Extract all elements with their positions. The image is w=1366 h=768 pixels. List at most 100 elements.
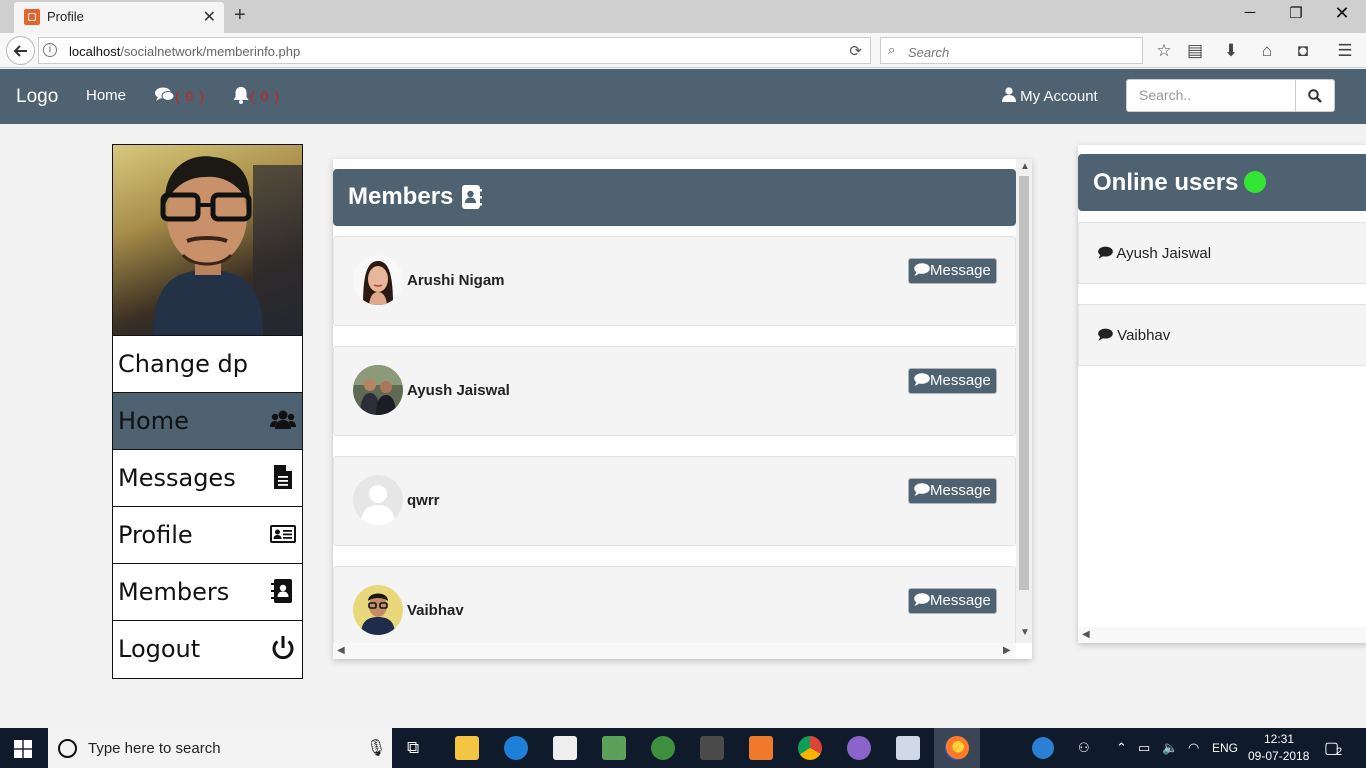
scroll-up-icon[interactable]: ▲	[1020, 161, 1030, 172]
nav-my-account-link[interactable]: My Account	[1002, 87, 1098, 105]
scroll-left-icon[interactable]: ◀	[337, 645, 345, 656]
members-vertical-scrollbar[interactable]: ▲ ▼	[1016, 159, 1032, 643]
nav-messages-link[interactable]: ( 0 )	[155, 87, 205, 105]
sidebar-item-change-dp[interactable]: Change dp	[113, 335, 302, 392]
message-button[interactable]: Message	[908, 258, 997, 284]
users-icon	[270, 410, 296, 429]
nav-notifications-link[interactable]: ( 0 )	[232, 86, 280, 105]
show-hidden-icons-icon[interactable]: ⌃	[1116, 740, 1127, 756]
message-button[interactable]: Message	[908, 588, 997, 614]
store-icon[interactable]	[553, 736, 577, 760]
member-avatar	[353, 585, 403, 635]
reading-list-icon[interactable]: ▤	[1184, 41, 1206, 61]
github-desktop-icon[interactable]	[847, 736, 871, 760]
user-icon	[1002, 87, 1016, 102]
online-horizontal-scrollbar[interactable]: ◀	[1078, 627, 1366, 643]
member-row: Arushi Nigam Message	[333, 236, 1016, 326]
microphone-icon[interactable]: 🎙	[366, 738, 386, 758]
search-icon	[1308, 89, 1322, 103]
comment-icon	[914, 263, 930, 276]
search-icon: ⌕	[888, 42, 896, 57]
sidebar-item-messages[interactable]: Messages	[113, 449, 302, 506]
reload-icon[interactable]: ⟳	[849, 42, 862, 60]
profile-sidebar: Change dp Home Messages Profile Members	[112, 144, 303, 679]
help-icon[interactable]	[1032, 737, 1054, 759]
browser-titlebar: Profile ✕ + ─ ❐ ✕	[0, 0, 1366, 33]
member-name[interactable]: qwrr	[407, 492, 440, 509]
scrollbar-thumb[interactable]	[1019, 176, 1029, 590]
tab-close-icon[interactable]: ✕	[203, 7, 216, 27]
scroll-down-icon[interactable]: ▼	[1020, 627, 1030, 638]
browser-search-field[interactable]: ⌕ Search	[880, 37, 1143, 64]
online-user-name: Vaibhav	[1098, 327, 1170, 344]
member-name[interactable]: Ayush Jaiswal	[407, 382, 510, 399]
new-tab-button[interactable]: +	[234, 4, 246, 27]
sidebar-item-home[interactable]: Home	[113, 392, 302, 449]
xampp-icon[interactable]	[749, 736, 773, 760]
sidebar-item-label: Logout	[118, 635, 201, 663]
clock-time[interactable]: 12:31	[1264, 732, 1294, 746]
browser-tab[interactable]: Profile ✕	[14, 2, 224, 33]
xampp-favicon-icon	[24, 9, 40, 25]
members-header: Members	[333, 169, 1016, 226]
message-button-label: Message	[930, 372, 991, 389]
nav-home-link[interactable]: Home	[86, 87, 126, 104]
home-icon[interactable]: ⌂	[1256, 41, 1278, 61]
window-minimize-button[interactable]: ─	[1227, 4, 1273, 28]
messages-count: ( 0 )	[175, 88, 205, 104]
site-search-button[interactable]	[1295, 79, 1335, 112]
site-logo[interactable]: Logo	[16, 86, 58, 108]
online-user-name: Ayush Jaiswal	[1098, 245, 1211, 262]
people-icon[interactable]: ⚇	[1078, 740, 1090, 756]
profile-picture	[113, 145, 302, 335]
online-users-panel: Online users Ayush Jaiswal Vaibhav ◀	[1078, 145, 1366, 643]
back-button[interactable]	[6, 36, 35, 65]
window-close-button[interactable]: ✕	[1319, 3, 1365, 27]
battery-icon[interactable]: ▭	[1138, 740, 1150, 756]
window-restore-button[interactable]: ❐	[1273, 4, 1319, 28]
menu-icon[interactable]: ☰	[1334, 41, 1356, 61]
language-indicator[interactable]: ENG	[1212, 741, 1238, 755]
document-icon	[274, 465, 292, 489]
my-account-label: My Account	[1020, 88, 1098, 105]
sidebar-item-profile[interactable]: Profile	[113, 506, 302, 563]
task-view-icon[interactable]: ⧉	[407, 738, 419, 758]
members-horizontal-scrollbar[interactable]: ◀ ▶	[333, 643, 1016, 659]
download-icon[interactable]: ⬇	[1220, 41, 1242, 61]
site-search-input[interactable]: Search..	[1126, 79, 1296, 112]
taskbar-search-box[interactable]: Type here to search 🎙	[48, 728, 392, 768]
online-user-row[interactable]: Ayush Jaiswal	[1078, 222, 1366, 284]
scroll-left-icon[interactable]: ◀	[1082, 629, 1090, 640]
taskbar-active-app[interactable]	[934, 728, 980, 768]
sublime-text-icon[interactable]	[700, 736, 724, 760]
paint-icon[interactable]	[896, 736, 920, 760]
member-name[interactable]: Arushi Nigam	[407, 272, 505, 289]
member-row: qwrr Message	[333, 456, 1016, 546]
member-avatar	[353, 255, 403, 305]
sidebar-item-label: Change dp	[118, 350, 248, 378]
evernote-icon[interactable]	[602, 736, 626, 760]
volume-icon[interactable]: 🔈	[1162, 740, 1178, 756]
tripadvisor-icon[interactable]	[651, 736, 675, 760]
windows-start-icon[interactable]	[14, 740, 32, 758]
edge-icon[interactable]	[504, 736, 528, 760]
message-button[interactable]: Message	[908, 368, 997, 394]
url-text: localhost/socialnetwork/memberinfo.php	[69, 44, 301, 59]
online-user-row[interactable]: Vaibhav	[1078, 304, 1366, 366]
sidebar-item-label: Messages	[118, 464, 236, 492]
member-name[interactable]: Vaibhav	[407, 602, 464, 619]
info-icon[interactable]: i	[43, 43, 57, 57]
sidebar-item-members[interactable]: Members	[113, 563, 302, 620]
site-navbar: Logo Home ( 0 ) ( 0 ) My Account Search.…	[0, 69, 1366, 124]
file-explorer-icon[interactable]	[455, 736, 479, 760]
wifi-icon[interactable]: ◠	[1188, 740, 1199, 756]
bookmark-star-icon[interactable]: ☆	[1153, 41, 1175, 61]
pocket-icon[interactable]: ◘	[1292, 41, 1314, 61]
chrome-icon[interactable]	[798, 736, 822, 760]
message-button[interactable]: Message	[908, 478, 997, 504]
browser-navbar: i localhost/socialnetwork/memberinfo.php…	[0, 33, 1366, 68]
scroll-right-icon[interactable]: ▶	[1003, 645, 1011, 656]
sidebar-item-logout[interactable]: Logout	[113, 620, 302, 677]
clock-date[interactable]: 09-07-2018	[1248, 749, 1309, 763]
address-bar[interactable]: i localhost/socialnetwork/memberinfo.php…	[38, 37, 871, 64]
